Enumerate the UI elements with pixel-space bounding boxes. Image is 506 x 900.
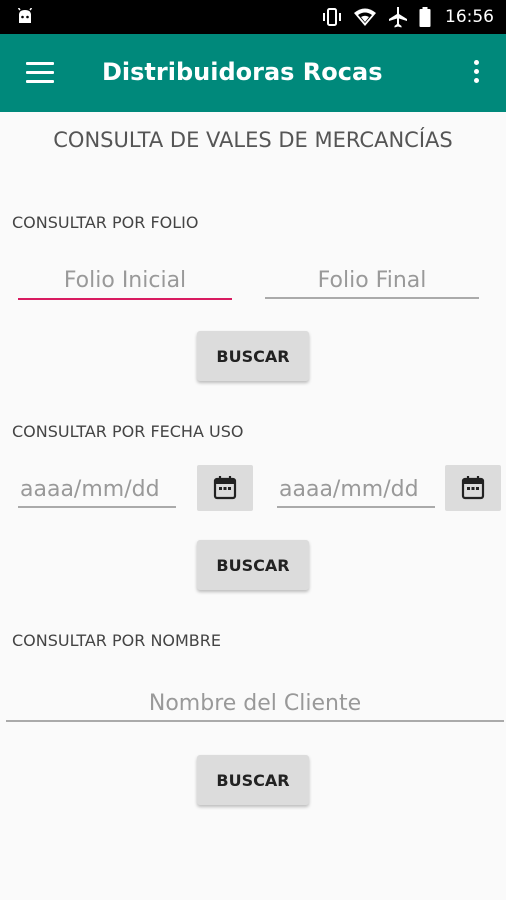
fecha-final-input[interactable] bbox=[279, 469, 435, 509]
fecha-inicial-calendar-button[interactable] bbox=[197, 465, 253, 511]
fecha-final-underline bbox=[277, 506, 435, 508]
overflow-menu-icon[interactable] bbox=[472, 60, 480, 86]
buscar-fecha-button[interactable]: BUSCAR bbox=[197, 540, 309, 590]
calendar-icon bbox=[461, 476, 485, 500]
folio-inicial-underline bbox=[18, 298, 232, 300]
app-bar: Distribuidoras Rocas bbox=[0, 34, 506, 112]
battery-icon bbox=[419, 7, 431, 27]
wifi-icon bbox=[354, 8, 376, 26]
status-time: 16:56 bbox=[445, 7, 494, 27]
folio-final-input[interactable] bbox=[265, 260, 479, 300]
fecha-final-calendar-button[interactable] bbox=[445, 465, 501, 511]
fecha-inicial-underline bbox=[18, 506, 176, 508]
android-notification-icon bbox=[17, 8, 33, 23]
status-bar: 16:56 bbox=[0, 0, 506, 34]
buscar-folio-button[interactable]: BUSCAR bbox=[197, 331, 309, 381]
airplane-mode-icon bbox=[389, 7, 407, 28]
page-title: CONSULTA DE VALES DE MERCANCÍAS bbox=[53, 128, 453, 152]
calendar-icon bbox=[213, 476, 237, 500]
nombre-cliente-underline bbox=[6, 720, 504, 722]
section-label-folio: CONSULTAR POR FOLIO bbox=[12, 213, 199, 232]
hamburger-menu-icon[interactable] bbox=[26, 62, 54, 84]
section-label-fecha: CONSULTAR POR FECHA USO bbox=[12, 422, 244, 441]
fecha-inicial-input[interactable] bbox=[20, 469, 176, 509]
buscar-nombre-button[interactable]: BUSCAR bbox=[197, 755, 309, 805]
vibrate-icon bbox=[323, 8, 341, 26]
folio-inicial-input[interactable] bbox=[18, 260, 232, 300]
section-label-nombre: CONSULTAR POR NOMBRE bbox=[12, 631, 222, 650]
folio-final-underline bbox=[265, 297, 479, 299]
nombre-cliente-input[interactable] bbox=[6, 683, 504, 723]
app-title: Distribuidoras Rocas bbox=[102, 58, 383, 86]
